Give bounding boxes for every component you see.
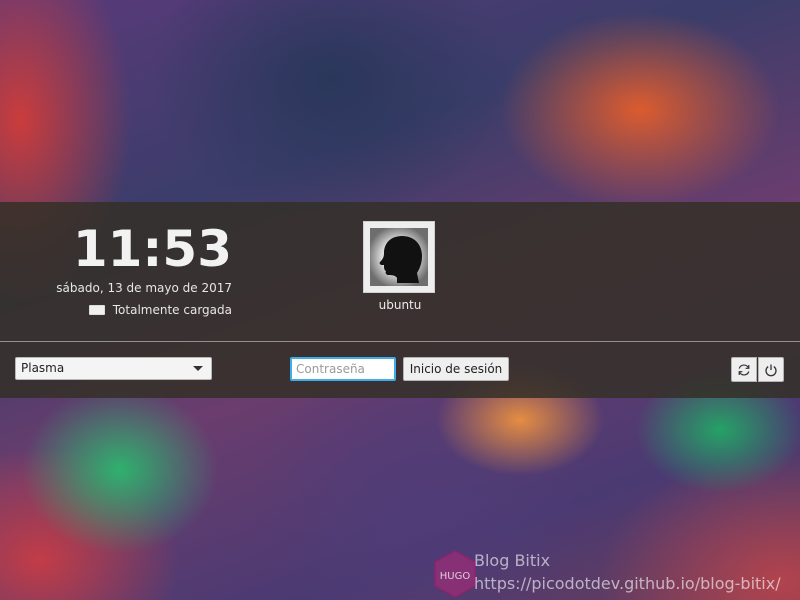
watermark-url: https://picodotdev.github.io/blog-bitix/ [474,574,781,593]
hugo-logo-text: HUGO [440,571,471,582]
password-field[interactable] [290,357,396,381]
panel-divider [0,341,800,342]
login-button[interactable]: Inicio de sesión [403,357,509,381]
restart-icon [738,364,750,375]
clock-date: sábado, 13 de mayo de 2017 [56,281,232,295]
username-label: ubuntu [378,298,422,312]
user-avatar[interactable] [363,221,435,293]
watermark-title: Blog Bitix [474,551,551,570]
chevron-down-icon [193,366,203,371]
hugo-logo: HUGO [434,549,476,599]
clock-time: 11:53 [72,220,232,278]
shutdown-button[interactable] [758,357,784,382]
session-dropdown[interactable]: Plasma [15,357,212,380]
power-icon [765,364,777,376]
battery-icon [88,305,105,315]
battery-status-label: Totalmente cargada [112,303,232,317]
restart-button[interactable] [731,357,757,382]
user-head-silhouette-icon [370,228,428,286]
session-dropdown-value: Plasma [21,361,65,375]
battery-status: Totalmente cargada [80,303,232,317]
